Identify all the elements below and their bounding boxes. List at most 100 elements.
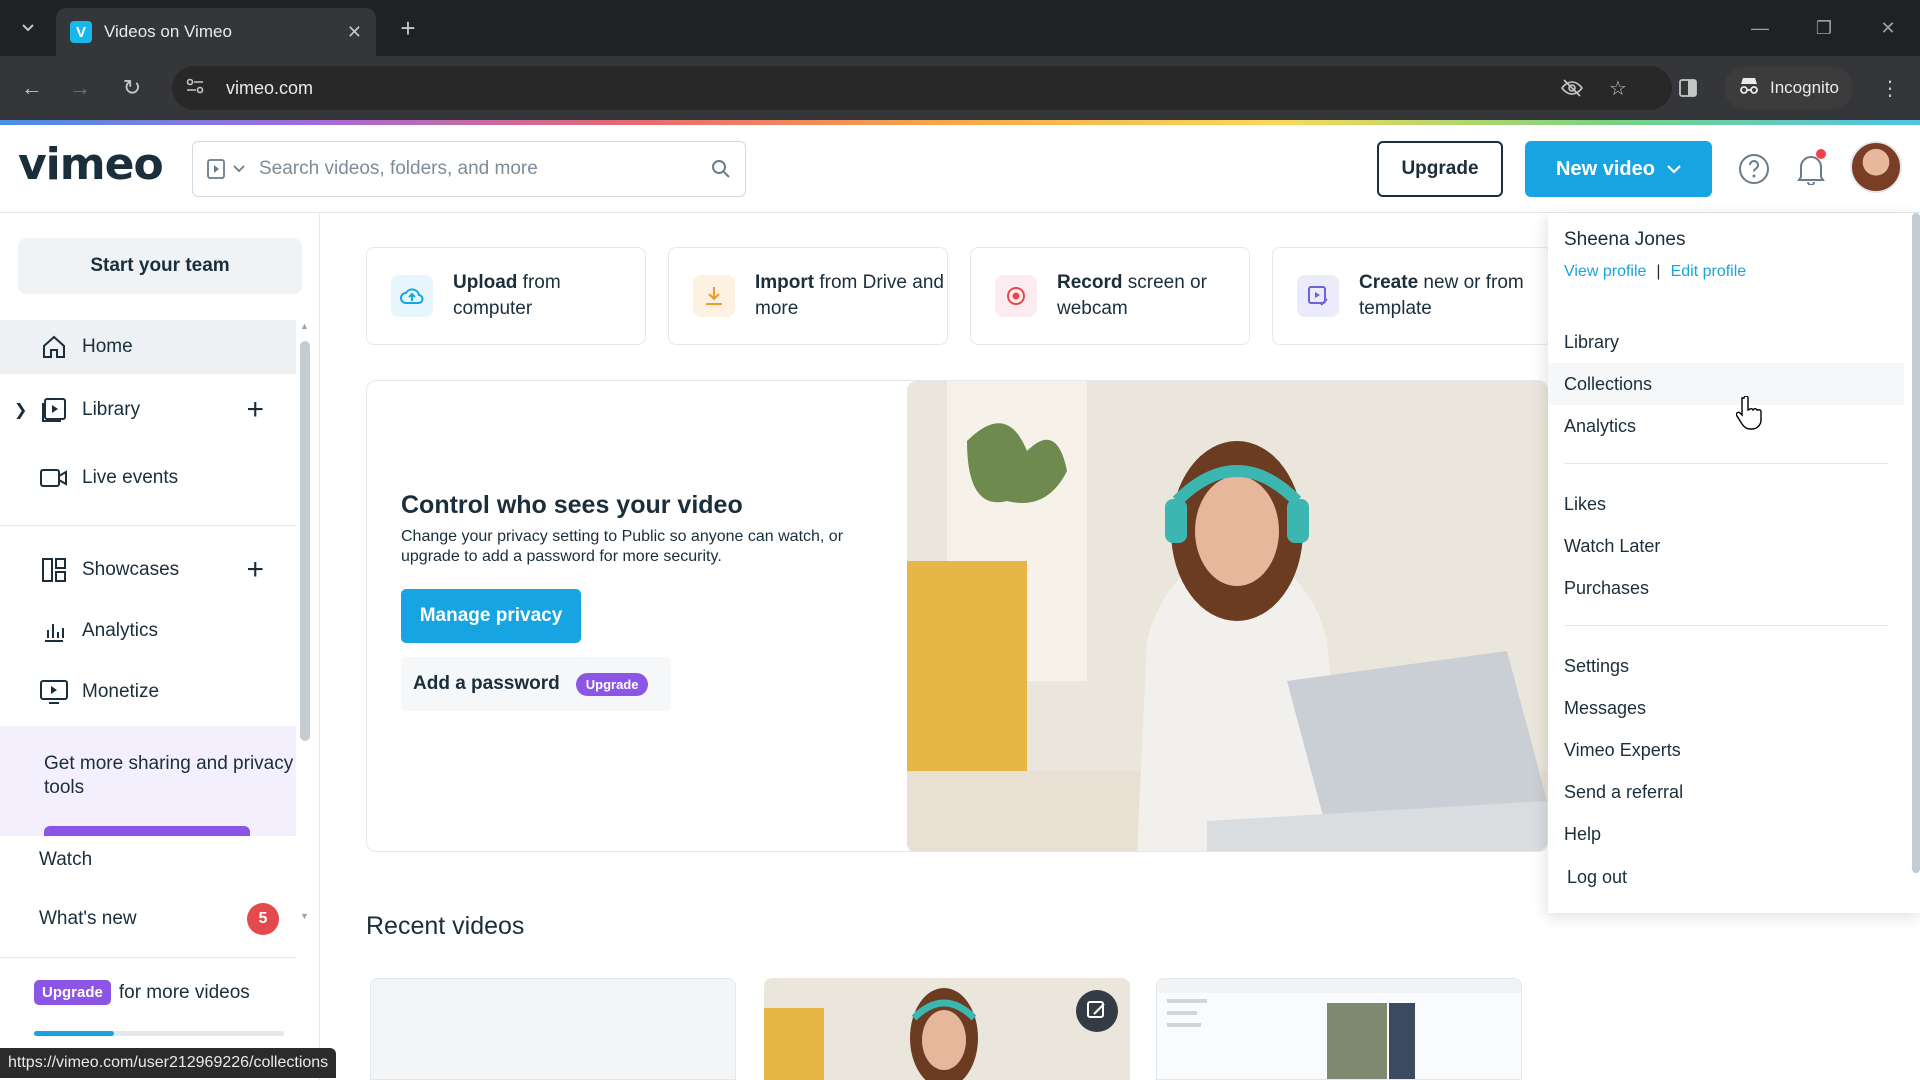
minimize-icon[interactable]: — [1740,12,1780,44]
sidebar-item-label: Live events [82,467,179,488]
sharing-promo: Get more sharing and privacy tools [0,726,296,836]
sidebar-divider [0,525,296,526]
new-video-label: New video [1556,157,1655,180]
sidebar-item-monetize[interactable]: Monetize [0,665,296,719]
help-icon[interactable] [1736,151,1772,187]
watch-link[interactable]: Watch [39,849,92,871]
whats-new-link[interactable]: What's new [39,908,137,930]
vimeo-logo[interactable]: vimeo [18,139,164,190]
hero-body: Change your privacy setting to Public so… [401,528,844,565]
tab-close-icon[interactable]: ✕ [347,22,362,43]
sidebar-item-label: Home [82,336,133,357]
incognito-indicator[interactable]: Incognito [1724,67,1853,109]
promo-button[interactable] [44,826,250,836]
start-team-button[interactable]: Start your team [18,238,302,294]
incognito-label: Incognito [1770,78,1839,97]
url-field[interactable]: vimeo.com [172,66,1672,110]
sidebar-item-label: Library [82,399,141,420]
scroll-down-icon[interactable]: ▼ [300,911,309,921]
new-video-button[interactable]: New video [1525,141,1712,197]
menu-item-settings[interactable]: Settings [1548,645,1904,687]
menu-item-analytics[interactable]: Analytics [1548,405,1904,447]
menu-item-collections[interactable]: Collections [1548,363,1904,405]
menu-divider [1564,463,1888,464]
manage-privacy-button[interactable]: Manage privacy [401,589,581,643]
hero-title: Control who sees your video [401,491,743,519]
add-showcase-icon[interactable]: + [246,553,264,587]
window-close-icon[interactable]: ✕ [1868,12,1908,44]
search-scope-dropdown[interactable] [193,142,259,196]
add-password-label: Add a password [413,673,560,694]
scrollbar-thumb[interactable] [300,341,310,741]
add-library-icon[interactable]: + [246,393,264,427]
new-tab-icon[interactable]: + [392,12,424,44]
upgrade-prompt[interactable]: Upgrade for more videos [34,980,250,1005]
site-info-icon[interactable] [186,78,212,99]
sidebar-item-analytics[interactable]: Analytics [0,604,296,658]
storage-progress [34,1031,284,1036]
sidebar-item-label: Showcases [82,559,180,580]
menu-item-messages[interactable]: Messages [1548,687,1904,729]
recent-videos-title: Recent videos [366,912,525,940]
profile-dropdown: Sheena Jones View profile | Edit profile… [1548,213,1920,913]
menu-item-watch-later[interactable]: Watch Later [1548,525,1904,567]
home-icon [40,333,68,361]
record-card[interactable]: Record screen or webcam [970,247,1250,345]
menu-item-help[interactable]: Help [1548,813,1904,855]
import-bold: Import [755,272,815,293]
user-name: Sheena Jones [1564,229,1686,250]
edit-video-icon[interactable] [1076,990,1118,1032]
menu-item-vimeo-experts[interactable]: Vimeo Experts [1548,729,1904,771]
add-password-button[interactable]: Add a password Upgrade [401,657,671,711]
video-thumbnail-3[interactable] [1156,978,1522,1080]
video-thumbnail-1[interactable] [370,978,736,1080]
chevron-down-icon [233,165,245,173]
sidebar-item-home[interactable]: Home [0,320,296,374]
menu-item-purchases[interactable]: Purchases [1548,567,1904,609]
back-icon[interactable]: ← [16,72,48,104]
reload-icon[interactable]: ↻ [116,72,148,104]
upload-card[interactable]: Upload from computer [366,247,646,345]
menu-divider [1564,625,1888,626]
search-input[interactable] [259,158,697,180]
sidebar-scrollbar[interactable]: ▲ ▼ [298,321,312,921]
promo-text: Get more sharing and privacy tools [44,753,294,798]
side-panel-icon[interactable] [1672,72,1704,104]
hero-image [907,381,1547,851]
sidebar-item-label: Monetize [82,681,160,702]
scroll-up-icon[interactable]: ▲ [300,321,309,331]
restore-icon[interactable]: ❐ [1804,12,1844,44]
privacy-hero-card: Control who sees your video Change your … [366,380,1548,852]
browser-menu-icon[interactable]: ⋮ [1874,72,1906,104]
avatar[interactable] [1850,141,1902,193]
camera-icon [40,464,68,492]
tab-search-chevron-icon[interactable] [10,10,46,46]
sidebar: Start your team Home ❯ Library + Live ev… [0,213,320,1080]
edit-profile-link[interactable]: Edit profile [1671,263,1747,281]
vimeo-favicon-icon: V [70,21,92,43]
sidebar-item-live-events[interactable]: Live events [0,451,296,505]
showcases-icon [40,556,68,584]
menu-item-log-out[interactable]: Log out [1548,856,1904,898]
forward-icon[interactable]: → [64,72,96,104]
menu-item-likes[interactable]: Likes [1548,483,1904,525]
sidebar-item-label: Analytics [82,620,159,641]
upload-cloud-icon [391,275,433,317]
browser-tab[interactable]: V Videos on Vimeo ✕ [56,8,376,56]
upgrade-button[interactable]: Upgrade [1377,141,1503,197]
sidebar-item-library[interactable]: ❯ Library + [0,383,296,437]
view-profile-link[interactable]: View profile [1564,263,1646,281]
record-icon [995,275,1037,317]
bookmark-star-icon[interactable]: ☆ [1602,72,1634,104]
video-thumbnail-2[interactable] [764,978,1130,1080]
page-scrollbar[interactable] [1912,213,1920,873]
chevron-right-icon[interactable]: ❯ [14,400,27,420]
create-card[interactable]: Create new or from template [1272,247,1552,345]
menu-item-library[interactable]: Library [1548,321,1904,363]
sidebar-item-showcases[interactable]: Showcases + [0,543,296,597]
search-icon[interactable] [697,159,745,179]
import-card[interactable]: Import from Drive and more [668,247,948,345]
eye-off-icon[interactable] [1556,72,1588,104]
menu-item-send-referral[interactable]: Send a referral [1548,771,1904,813]
whats-new-count-badge: 5 [247,903,279,935]
